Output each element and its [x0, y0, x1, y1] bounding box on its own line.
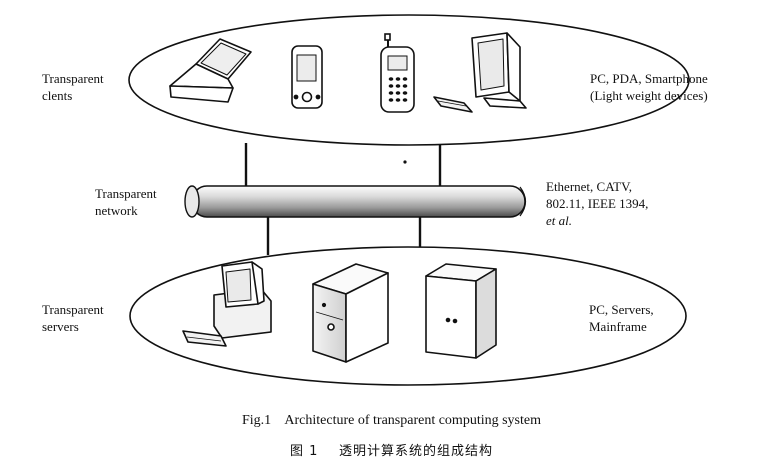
- client-device-types-line: PC, PDA, Smartphone: [590, 71, 708, 86]
- network-protocols-line: 802.11, IEEE 1394,: [546, 196, 649, 211]
- servers-label-line: servers: [42, 319, 79, 334]
- servers-label-line: Transparent: [42, 302, 104, 317]
- pda-icon: [291, 45, 323, 109]
- network-label-line: network: [95, 203, 138, 218]
- client-device-types: PC, PDA, Smartphone (Light weight device…: [590, 70, 708, 104]
- server-tower-icon: [312, 263, 389, 363]
- client-device-types-line: (Light weight devices): [590, 88, 708, 103]
- mainframe-cabinet-icon: [425, 263, 497, 359]
- stray-dot: [403, 160, 407, 164]
- network-protocols-etal: et al.: [546, 213, 572, 228]
- network-label-line: Transparent: [95, 186, 157, 201]
- clients-label: Transparent clents: [42, 70, 104, 104]
- clients-label-line: Transparent: [42, 71, 104, 86]
- architecture-diagram: Transparent clents PC, PDA, Smartphone (…: [0, 0, 783, 471]
- server-types-line: PC, Servers,: [589, 302, 654, 317]
- server-types-line: Mainframe: [589, 319, 647, 334]
- network-pipe: [184, 185, 527, 218]
- figure-caption-chinese: 图 1 透明计算系统的组成结构: [290, 444, 493, 459]
- server-types: PC, Servers, Mainframe: [589, 301, 654, 335]
- figure-caption-english: Fig.1 Architecture of transparent comput…: [242, 413, 541, 428]
- network-protocols: Ethernet, CATV, 802.11, IEEE 1394, et al…: [546, 178, 648, 229]
- clients-label-line: clents: [42, 88, 73, 103]
- network-label: Transparent network: [95, 185, 157, 219]
- servers-label: Transparent servers: [42, 301, 104, 335]
- network-protocols-line: Ethernet, CATV,: [546, 179, 633, 194]
